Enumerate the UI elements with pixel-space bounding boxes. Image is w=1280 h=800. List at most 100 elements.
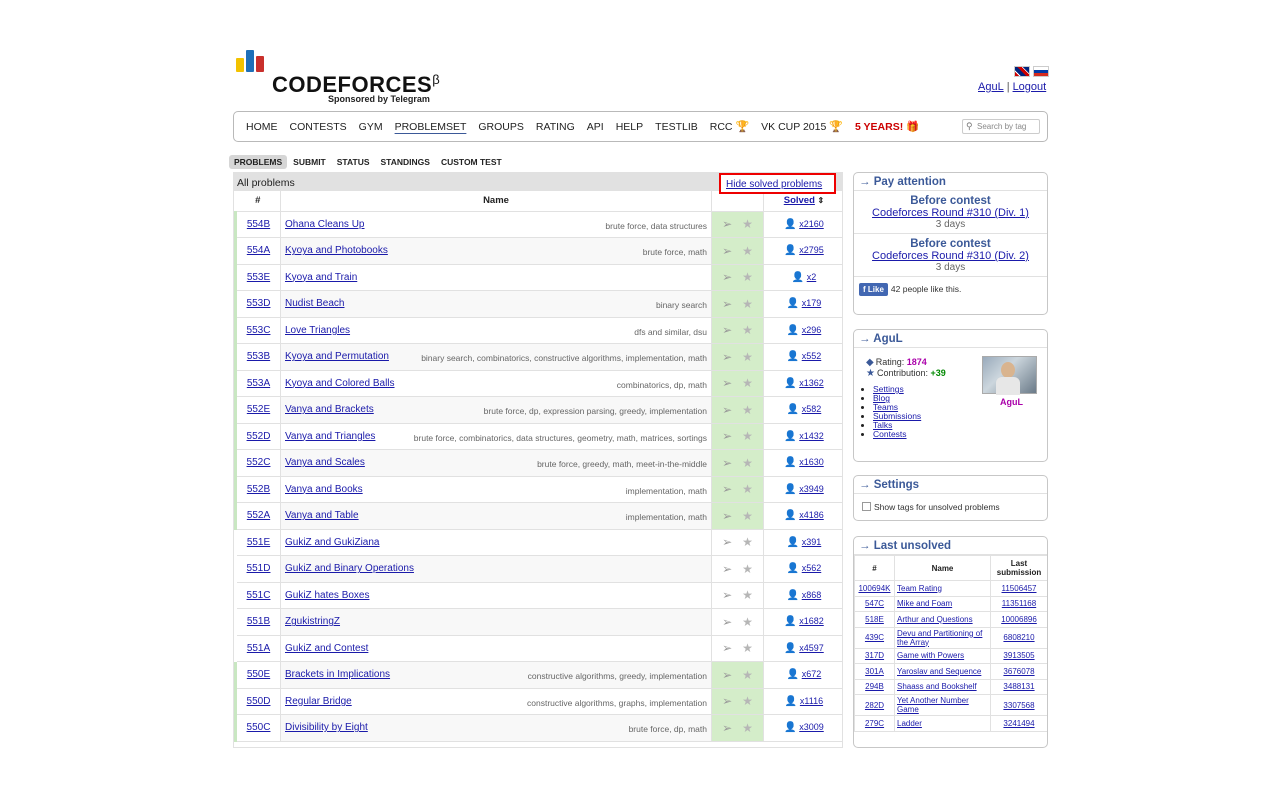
solved-count-link[interactable]: x562 [802, 563, 822, 573]
submenu-status[interactable]: STATUS [332, 155, 375, 169]
problem-name-link[interactable]: Divisibility by Eight [285, 722, 368, 733]
paper-plane-icon[interactable]: ➢ [722, 588, 732, 602]
menu-home[interactable]: Home [246, 121, 278, 133]
problem-name-link[interactable]: Vanya and Triangles [285, 431, 375, 442]
solved-count-link[interactable]: x179 [802, 298, 822, 308]
paper-plane-icon[interactable]: ➢ [722, 350, 732, 364]
problem-name-link[interactable]: ZgukistringZ [285, 616, 340, 627]
hide-solved-problems-link[interactable]: Hide solved problems [719, 173, 836, 194]
star-icon[interactable]: ★ [742, 535, 753, 549]
submission-link[interactable]: 3241494 [1003, 719, 1034, 728]
paper-plane-icon[interactable]: ➢ [722, 456, 732, 470]
star-icon[interactable]: ★ [742, 694, 753, 708]
solved-count-link[interactable]: x4597 [799, 643, 824, 653]
star-icon[interactable]: ★ [742, 482, 753, 496]
problem-name-link[interactable]: GukiZ and Binary Operations [285, 563, 414, 574]
problem-name-link[interactable]: GukiZ and GukiZiana [285, 537, 380, 548]
problem-id-link[interactable]: 551C [247, 590, 271, 601]
problem-id-link[interactable]: 551E [247, 537, 270, 548]
star-icon[interactable]: ★ [742, 456, 753, 470]
problem-id-link[interactable]: 551D [247, 563, 271, 574]
solved-count-link[interactable]: x1432 [799, 431, 824, 441]
unsolved-problem-id-link[interactable]: 282D [865, 701, 884, 710]
unsolved-problem-name-link[interactable]: Team Rating [897, 584, 942, 593]
problem-name-link[interactable]: Kyoya and Photobooks [285, 245, 388, 256]
paper-plane-icon[interactable]: ➢ [722, 694, 732, 708]
problem-id-link[interactable]: 553B [247, 351, 270, 362]
problem-name-link[interactable]: Ohana Cleans Up [285, 219, 365, 230]
star-icon[interactable]: ★ [742, 588, 753, 602]
menu-problemset[interactable]: Problemset [395, 121, 467, 133]
show-tags-option[interactable]: Show tags for unsolved problems [854, 494, 1047, 512]
submenu-submit[interactable]: SUBMIT [288, 155, 331, 169]
submission-link[interactable]: 3307568 [1003, 701, 1034, 710]
problem-id-link[interactable]: 554A [247, 245, 270, 256]
submission-link[interactable]: 6808210 [1003, 633, 1034, 642]
paper-plane-icon[interactable]: ➢ [722, 535, 732, 549]
solved-count-link[interactable]: x1116 [800, 696, 823, 706]
paper-plane-icon[interactable]: ➢ [722, 323, 732, 337]
submission-link[interactable]: 11506457 [1002, 584, 1037, 593]
problem-name-link[interactable]: Love Triangles [285, 325, 350, 336]
problem-id-link[interactable]: 550C [247, 722, 271, 733]
problem-id-link[interactable]: 552C [247, 457, 271, 468]
unsolved-problem-id-link[interactable]: 294B [865, 682, 884, 691]
star-icon[interactable]: ★ [742, 615, 753, 629]
solved-count-link[interactable]: x552 [802, 351, 822, 361]
problem-id-link[interactable]: 553D [247, 298, 271, 309]
profile-title[interactable]: → AguL [854, 330, 1047, 348]
unsolved-problem-name-link[interactable]: Yaroslav and Sequence [897, 667, 981, 676]
menu-contests[interactable]: Contests [290, 121, 347, 133]
unsolved-problem-name-link[interactable]: Game with Powers [897, 651, 964, 660]
unsolved-problem-name-link[interactable]: Ladder [897, 719, 922, 728]
unsolved-problem-id-link[interactable]: 279C [865, 719, 884, 728]
menu-5-years[interactable]: 5 years! 🎁 [855, 120, 919, 133]
submenu-problems[interactable]: PROBLEMS [229, 155, 288, 169]
problem-name-link[interactable]: Vanya and Scales [285, 457, 365, 468]
paper-plane-icon[interactable]: ➢ [722, 562, 732, 576]
avatar-username[interactable]: AguL [1000, 397, 1023, 407]
problem-name-link[interactable]: Vanya and Table [285, 510, 359, 521]
menu-api[interactable]: API [587, 121, 604, 133]
problem-name-link[interactable]: Nudist Beach [285, 298, 344, 309]
unsolved-problem-name-link[interactable]: Yet Another Number Game [897, 696, 969, 714]
unsolved-problem-name-link[interactable]: Mike and Foam [897, 599, 952, 608]
search-input[interactable]: ⚲ Search by tag [962, 119, 1040, 134]
paper-plane-icon[interactable]: ➢ [722, 509, 732, 523]
solved-count-link[interactable]: x2 [807, 272, 817, 282]
paper-plane-icon[interactable]: ➢ [722, 482, 732, 496]
avatar[interactable] [982, 356, 1037, 395]
star-icon[interactable]: ★ [742, 376, 753, 390]
problem-name-link[interactable]: Regular Bridge [285, 696, 352, 707]
paper-plane-icon[interactable]: ➢ [722, 615, 732, 629]
column-header-solved[interactable]: Solved ⇕ [763, 191, 842, 212]
submission-link[interactable]: 3676078 [1003, 667, 1034, 676]
submission-link[interactable]: 3913505 [1003, 651, 1034, 660]
paper-plane-icon[interactable]: ➢ [722, 297, 732, 311]
solved-count-link[interactable]: x2160 [799, 219, 824, 229]
star-icon[interactable]: ★ [742, 429, 753, 443]
submenu-standings[interactable]: STANDINGS [376, 155, 435, 169]
problem-id-link[interactable]: 551B [247, 616, 270, 627]
star-icon[interactable]: ★ [742, 403, 753, 417]
unsolved-problem-name-link[interactable]: Arthur and Questions [897, 615, 973, 624]
problem-id-link[interactable]: 553C [247, 325, 271, 336]
menu-vk-cup[interactable]: VK Cup 2015 🏆 [761, 120, 843, 133]
paper-plane-icon[interactable]: ➢ [722, 270, 732, 284]
unsolved-problem-id-link[interactable]: 100694K [858, 584, 890, 593]
problem-name-link[interactable]: Vanya and Books [285, 484, 363, 495]
star-icon[interactable]: ★ [742, 297, 753, 311]
unsolved-problem-id-link[interactable]: 547C [865, 599, 884, 608]
profile-link-contests[interactable]: Contests [873, 429, 907, 439]
submission-link[interactable]: 10006896 [1001, 615, 1037, 624]
sort-arrows-icon[interactable]: ⇕ [818, 196, 825, 205]
profile-link[interactable]: AguL [978, 81, 1004, 93]
solved-count-link[interactable]: x4186 [799, 510, 824, 520]
problem-id-link[interactable]: 552B [247, 484, 270, 495]
star-icon[interactable]: ★ [742, 641, 753, 655]
solved-count-link[interactable]: x1362 [799, 378, 824, 388]
problem-name-link[interactable]: Vanya and Brackets [285, 404, 374, 415]
star-icon[interactable]: ★ [742, 350, 753, 364]
problem-id-link[interactable]: 553A [247, 378, 270, 389]
problem-id-link[interactable]: 552D [247, 431, 271, 442]
